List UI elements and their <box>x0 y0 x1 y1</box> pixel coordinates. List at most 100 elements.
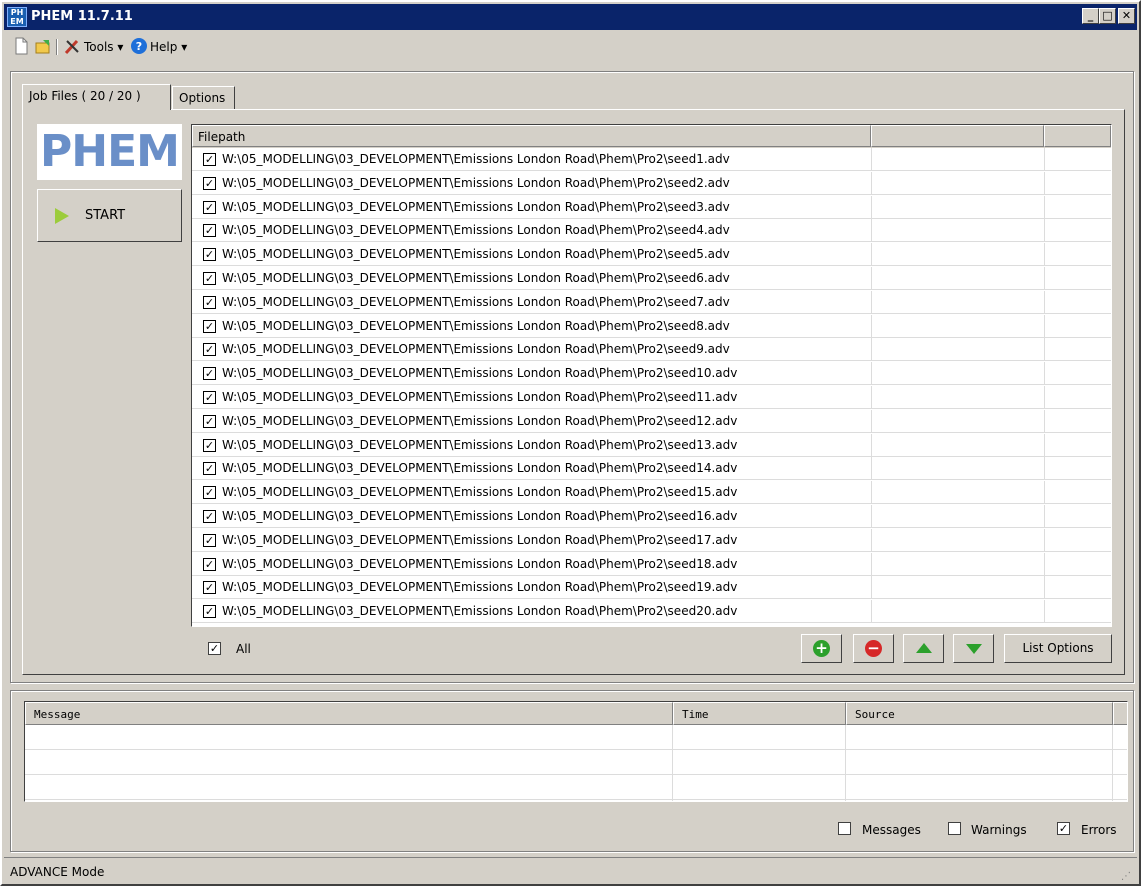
filepath-column-header[interactable]: Filepath <box>192 125 871 147</box>
file-row-checkbox[interactable]: ✓ <box>203 581 216 595</box>
message-column-header[interactable]: Message <box>25 702 673 725</box>
file-row-checkbox[interactable]: ✓ <box>203 533 216 547</box>
message-log-list[interactable]: Message Time Source <box>24 701 1128 802</box>
start-button[interactable]: START <box>37 189 182 242</box>
file-row-checkbox[interactable]: ✓ <box>203 272 216 285</box>
move-down-button[interactable] <box>953 634 994 663</box>
file-row[interactable]: ✓ W:\05_MODELLING\03_DEVELOPMENT\Emission… <box>192 338 1111 362</box>
file-row-checkbox[interactable]: ✓ <box>203 438 216 452</box>
file-path-text: W:\05_MODELLING\03_DEVELOPMENT\Emissions… <box>222 485 738 500</box>
tab-options[interactable]: Options <box>172 86 235 110</box>
file-row[interactable]: ✓ W:\05_MODELLING\03_DEVELOPMENT\Emission… <box>192 552 1111 576</box>
tools-menu[interactable]: Tools ▾ <box>84 40 123 54</box>
file-path-text: W:\05_MODELLING\03_DEVELOPMENT\Emissions… <box>222 175 730 190</box>
column-divider <box>871 505 872 528</box>
file-row[interactable]: ✓ W:\05_MODELLING\03_DEVELOPMENT\Emission… <box>192 314 1111 338</box>
file-row-checkbox[interactable]: ✓ <box>203 200 216 214</box>
new-document-icon[interactable] <box>12 37 30 55</box>
help-menu[interactable]: Help ▾ <box>150 40 187 54</box>
column-divider <box>1044 338 1045 362</box>
file-row-checkbox[interactable]: ✓ <box>203 295 216 309</box>
maximize-button[interactable]: □ <box>1099 8 1116 24</box>
file-row-checkbox[interactable]: ✓ <box>203 462 216 476</box>
time-header-label: Time <box>682 708 709 721</box>
file-row-checkbox[interactable]: ✓ <box>203 248 216 262</box>
file-row[interactable]: ✓ W:\05_MODELLING\03_DEVELOPMENT\Emission… <box>192 433 1111 457</box>
errors-checkbox[interactable]: ✓ <box>1057 822 1070 835</box>
arrow-up-icon <box>916 643 932 653</box>
file-row-checkbox[interactable]: ✓ <box>203 557 216 571</box>
toolbar-separator <box>56 39 58 55</box>
file-row[interactable]: ✓ W:\05_MODELLING\03_DEVELOPMENT\Emission… <box>192 576 1111 600</box>
phem-app-icon: PH EM <box>7 7 27 27</box>
all-checkbox[interactable]: ✓ <box>208 642 221 655</box>
column-divider <box>1044 195 1045 219</box>
tab-job-files[interactable]: Job Files ( 20 / 20 ) <box>22 84 171 110</box>
start-button-label: START <box>85 208 126 223</box>
move-up-button[interactable] <box>903 634 944 663</box>
close-button[interactable]: ✕ <box>1118 8 1135 24</box>
file-row-checkbox[interactable]: ✓ <box>203 224 216 238</box>
filepath-header-label: Filepath <box>198 130 246 144</box>
file-row-checkbox[interactable]: ✓ <box>203 343 216 357</box>
column-divider <box>1044 219 1045 243</box>
source-column-header[interactable]: Source <box>846 702 1113 725</box>
column-divider <box>871 314 872 338</box>
file-row[interactable]: ✓ W:\05_MODELLING\03_DEVELOPMENT\Emission… <box>192 243 1111 267</box>
chevron-down-icon: ▾ <box>117 40 124 54</box>
file-row[interactable]: ✓ W:\05_MODELLING\03_DEVELOPMENT\Emission… <box>192 386 1111 409</box>
message-row[interactable] <box>25 725 1127 750</box>
file-row[interactable]: ✓ W:\05_MODELLING\03_DEVELOPMENT\Emission… <box>192 267 1111 290</box>
add-file-button[interactable]: + <box>801 634 842 663</box>
file-row-checkbox[interactable]: ✓ <box>203 176 216 190</box>
file-path-text: W:\05_MODELLING\03_DEVELOPMENT\Emissions… <box>222 437 738 452</box>
file-row[interactable]: ✓ W:\05_MODELLING\03_DEVELOPMENT\Emission… <box>192 362 1111 386</box>
column-header-3[interactable] <box>1044 125 1111 147</box>
title-bar[interactable]: PH EM PHEM 11.7.11 _ □ ✕ <box>4 4 1137 30</box>
file-row[interactable]: ✓ W:\05_MODELLING\03_DEVELOPMENT\Emission… <box>192 457 1111 481</box>
column-divider <box>871 290 872 314</box>
file-list-header: Filepath <box>192 125 1111 148</box>
column-divider <box>1044 505 1045 528</box>
file-row-checkbox[interactable]: ✓ <box>203 367 216 381</box>
column-divider <box>1044 552 1045 576</box>
column-header-2[interactable] <box>871 125 1044 147</box>
list-options-button[interactable]: List Options <box>1004 634 1112 663</box>
messages-checkbox[interactable] <box>838 822 851 835</box>
file-row-checkbox[interactable]: ✓ <box>203 605 216 619</box>
file-row[interactable]: ✓ W:\05_MODELLING\03_DEVELOPMENT\Emission… <box>192 481 1111 505</box>
file-row-checkbox[interactable]: ✓ <box>203 510 216 523</box>
column-divider <box>871 386 872 409</box>
time-column-header[interactable]: Time <box>673 702 846 725</box>
column-divider <box>1044 362 1045 386</box>
source-header-label: Source <box>855 708 895 721</box>
job-file-list[interactable]: Filepath ✓ W:\05_MODELLING\03_DEVELOPMENT… <box>191 124 1112 627</box>
file-row[interactable]: ✓ W:\05_MODELLING\03_DEVELOPMENT\Emission… <box>192 219 1111 243</box>
file-row[interactable]: ✓ W:\05_MODELLING\03_DEVELOPMENT\Emission… <box>192 148 1111 171</box>
help-icon[interactable]: ? <box>130 37 148 55</box>
file-row-checkbox[interactable]: ✓ <box>203 391 216 404</box>
app-window: PH EM PHEM 11.7.11 _ □ ✕ Tools ▾ ? Help <box>0 0 1141 886</box>
minimize-button[interactable]: _ <box>1082 8 1099 24</box>
file-row-checkbox[interactable]: ✓ <box>203 414 216 428</box>
file-row[interactable]: ✓ W:\05_MODELLING\03_DEVELOPMENT\Emission… <box>192 505 1111 528</box>
column-divider <box>871 219 872 243</box>
file-row[interactable]: ✓ W:\05_MODELLING\03_DEVELOPMENT\Emission… <box>192 290 1111 314</box>
tools-icon[interactable] <box>63 37 81 55</box>
resize-grip-icon[interactable]: ⋰ <box>1121 871 1131 882</box>
file-row[interactable]: ✓ W:\05_MODELLING\03_DEVELOPMENT\Emission… <box>192 600 1111 624</box>
file-row[interactable]: ✓ W:\05_MODELLING\03_DEVELOPMENT\Emission… <box>192 171 1111 195</box>
warnings-checkbox[interactable] <box>948 822 961 835</box>
errors-checkbox-label: Errors <box>1081 823 1117 837</box>
file-row-checkbox[interactable]: ✓ <box>203 319 216 333</box>
remove-file-button[interactable]: − <box>853 634 894 663</box>
message-row[interactable] <box>25 775 1127 800</box>
file-row[interactable]: ✓ W:\05_MODELLING\03_DEVELOPMENT\Emission… <box>192 195 1111 219</box>
open-file-icon[interactable] <box>34 37 52 55</box>
file-row[interactable]: ✓ W:\05_MODELLING\03_DEVELOPMENT\Emission… <box>192 528 1111 552</box>
file-path-text: W:\05_MODELLING\03_DEVELOPMENT\Emissions… <box>222 604 738 619</box>
message-row[interactable] <box>25 750 1127 775</box>
file-row[interactable]: ✓ W:\05_MODELLING\03_DEVELOPMENT\Emission… <box>192 409 1111 433</box>
file-row-checkbox[interactable]: ✓ <box>203 153 216 166</box>
file-row-checkbox[interactable]: ✓ <box>203 486 216 500</box>
